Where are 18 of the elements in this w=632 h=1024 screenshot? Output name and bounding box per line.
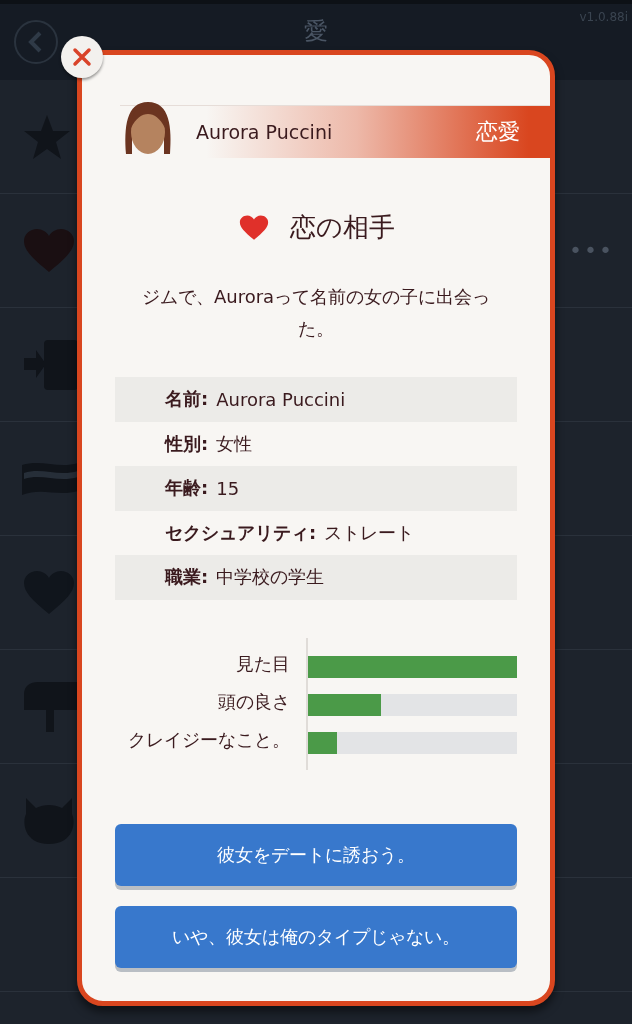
detail-value: 中学校の学生 (216, 565, 325, 590)
detail-value: 女性 (216, 431, 253, 456)
screen-title: 愛 (304, 16, 328, 47)
category-label: 恋愛 (476, 118, 520, 146)
character-name: Aurora Puccini (196, 121, 334, 143)
detail-label: 職業: (165, 565, 209, 590)
detail-label: セクシュアリティ: (165, 520, 317, 545)
detail-label: 年齢: (165, 476, 209, 501)
detail-label: 性別: (165, 431, 209, 456)
detail-value: 15 (216, 477, 240, 499)
stat-label: クレイジーなこと。 (128, 727, 290, 752)
stat-label: 見た目 (236, 651, 290, 676)
detail-value: ストレート (324, 520, 415, 545)
stat-label: 頭の良さ (218, 689, 290, 714)
detail-value: Aurora Puccini (216, 388, 346, 410)
description-text: ジムで、Auroraって名前の女の子に出会った。 (140, 285, 492, 341)
dialog-title: 恋の相手 (289, 211, 395, 244)
detail-label: 名前: (165, 387, 209, 412)
